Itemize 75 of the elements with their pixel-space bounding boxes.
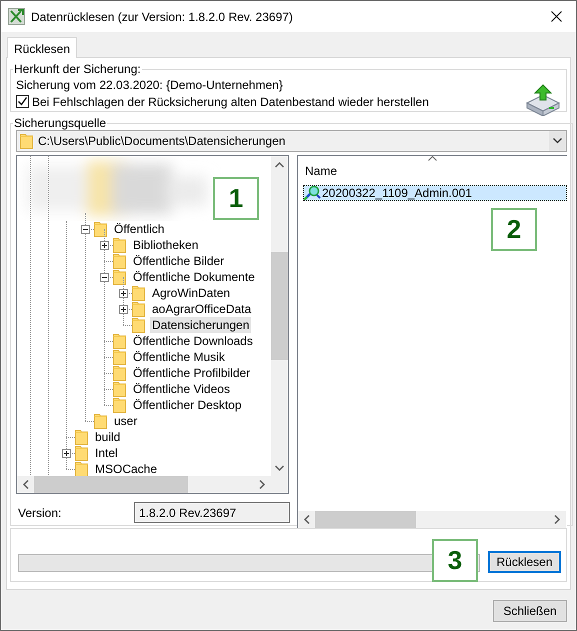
tab[interactable]: Rücklesen	[7, 37, 78, 58]
tree-item[interactable]: Öffentliche Videos	[131, 381, 232, 397]
tree-item[interactable]: Öffentliche Bilder	[131, 253, 226, 269]
folder-icon	[75, 429, 88, 445]
folder-icon	[75, 461, 88, 477]
folder-icon	[113, 349, 126, 365]
window-title: Datenrücklesen (zur Version: 1.8.2.0 Rev. 23697)	[31, 10, 293, 24]
expand-icon[interactable]	[62, 448, 71, 458]
scrollbar[interactable]	[271, 156, 288, 477]
drive-upload-icon	[525, 84, 561, 116]
tree-item[interactable]: Öffentlich	[112, 221, 166, 237]
magnifier-icon	[303, 185, 321, 201]
expand-icon[interactable]	[100, 240, 109, 250]
folder-icon	[113, 269, 126, 285]
tree-item[interactable]: Öffentliche Profilbilder	[131, 365, 252, 381]
tree-item[interactable]: Öffentliche Dokumente	[131, 269, 257, 285]
collapse-icon[interactable]	[100, 272, 109, 282]
scroll-down-icon[interactable]	[275, 464, 284, 472]
group-label: Herkunft der Sicherung:	[13, 62, 142, 76]
folder-tree[interactable]	[16, 155, 289, 494]
tree-item[interactable]: Öffentliche Musik	[131, 349, 227, 365]
scrollbar-thumb[interactable]	[271, 252, 288, 360]
version-field: 1.8.2.0 Rev.23697	[134, 502, 290, 523]
tree-item[interactable]: Datensicherungen	[150, 317, 252, 333]
collapse-icon[interactable]	[81, 224, 90, 234]
path-dropdown[interactable]: C:\Users\Public\Documents\Datensicherungen	[16, 130, 567, 152]
close-icon[interactable]	[551, 11, 562, 22]
callout-badge: 3	[432, 539, 478, 582]
folder-icon	[132, 301, 145, 317]
expand-icon[interactable]	[119, 288, 128, 298]
sort-caret-icon	[428, 156, 437, 161]
checkbox-label[interactable]: Bei Fehlschlagen der Rücksicherung alten Datenbestand wieder herstellen	[32, 94, 429, 108]
scrollbar[interactable]	[17, 476, 271, 493]
folder-icon	[132, 285, 145, 301]
tree-item[interactable]: aoAgrarOfficeData	[150, 301, 254, 317]
tree-item[interactable]: MSOCache	[93, 461, 160, 477]
app-icon	[8, 8, 25, 25]
version-label: Version:	[17, 506, 62, 520]
folder-icon	[113, 333, 126, 349]
dropdown-caret-icon[interactable]	[553, 138, 562, 144]
scroll-right-icon[interactable]	[258, 480, 266, 489]
close-button[interactable]: Schließen	[493, 600, 567, 622]
folder-icon	[132, 317, 145, 333]
backup-info: Sicherung vom 22.03.2020: {Demo-Unternehmen}	[16, 77, 284, 93]
folder-icon	[113, 237, 126, 253]
scrollbar-thumb[interactable]	[315, 511, 416, 528]
file-row[interactable]: 20200322_1109_Admin.001	[303, 185, 567, 201]
scrollbar-thumb[interactable]	[34, 476, 188, 493]
tree-item[interactable]: Intel	[93, 445, 120, 461]
folder-icon	[113, 253, 126, 269]
scroll-up-icon[interactable]	[275, 161, 284, 169]
folder-icon	[75, 445, 88, 461]
scroll-left-icon[interactable]	[303, 515, 311, 524]
expand-icon[interactable]	[119, 304, 128, 314]
scroll-right-icon[interactable]	[553, 515, 561, 524]
folder-icon	[113, 365, 126, 381]
folder-icon	[113, 397, 126, 413]
checkbox[interactable]	[16, 95, 29, 108]
callout-badge: 2	[491, 208, 537, 251]
scroll-left-icon[interactable]	[22, 480, 30, 489]
callout-badge: 1	[213, 177, 259, 220]
folder-icon	[94, 221, 107, 237]
tree-item[interactable]: Öffentliche Downloads	[131, 333, 255, 349]
tree-item[interactable]: AgroWinDaten	[150, 285, 232, 301]
folder-icon	[20, 133, 33, 149]
group-label: Sicherungsquelle	[13, 116, 108, 130]
tree-item[interactable]: build	[93, 429, 122, 445]
folder-icon	[113, 381, 126, 397]
tree-item[interactable]: Bibliotheken	[131, 237, 200, 253]
read-back-button[interactable]: Rücklesen	[488, 551, 561, 573]
tree-item[interactable]: user	[112, 413, 140, 429]
column-header[interactable]: Name	[305, 162, 338, 181]
scrollbar[interactable]	[298, 511, 566, 528]
folder-icon	[94, 413, 107, 429]
tree-item[interactable]: Öffentlicher Desktop	[131, 397, 244, 413]
